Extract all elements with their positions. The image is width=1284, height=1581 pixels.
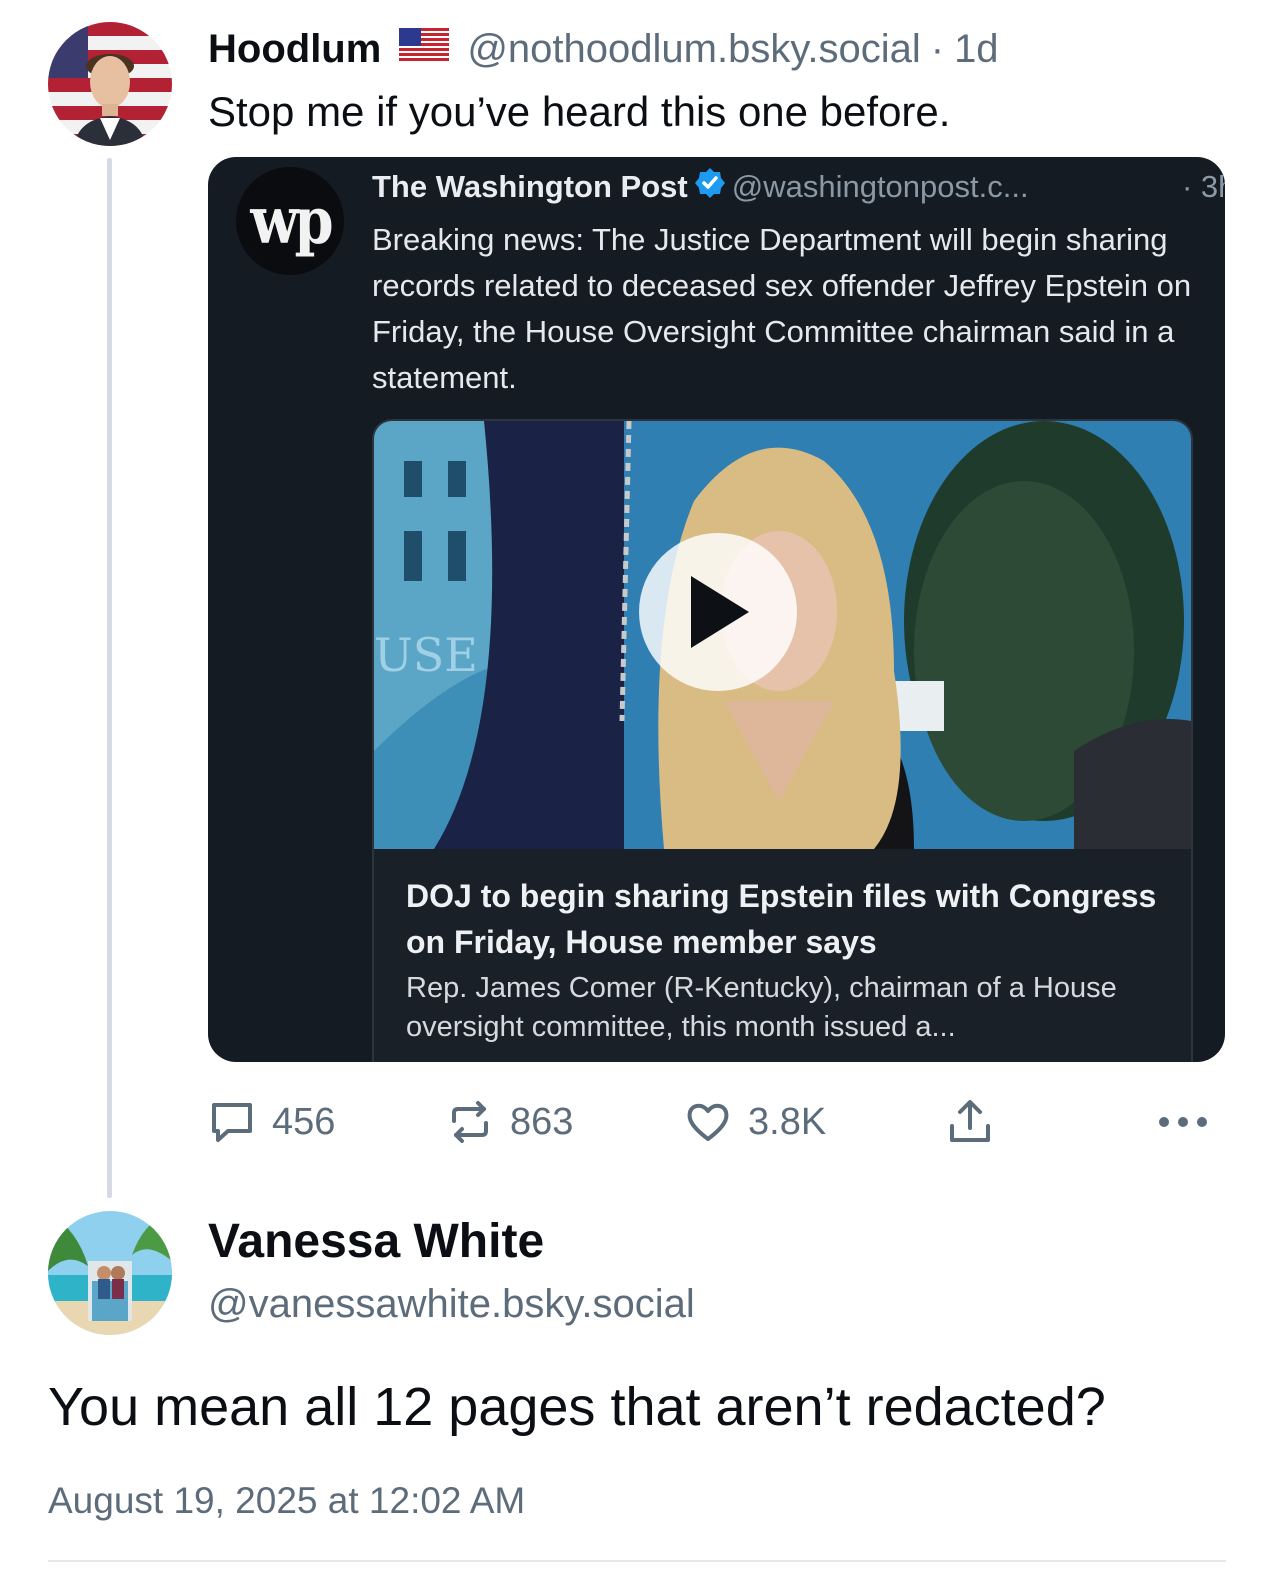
- reply-timestamp: August 19, 2025 at 12:02 AM: [48, 1480, 526, 1521]
- quoted-author-handle[interactable]: @washingtonpost.c...: [732, 169, 1029, 205]
- video-thumbnail[interactable]: USE: [374, 421, 1191, 849]
- verified-badge-icon: [694, 167, 726, 207]
- author-name[interactable]: Hoodlum: [208, 27, 381, 72]
- like-count: 3.8K: [748, 1100, 827, 1143]
- repost-icon: [452, 1101, 488, 1143]
- reply-icon: [212, 1103, 252, 1142]
- hoodlum-avatar[interactable]: [48, 22, 172, 146]
- more-options-button[interactable]: [1158, 1094, 1208, 1150]
- link-card[interactable]: USE DOJ to begin sharing Epstein files w…: [372, 419, 1193, 1062]
- reply-author-name[interactable]: Vanessa White: [208, 1214, 544, 1269]
- wp-logo-text: wp: [250, 183, 333, 259]
- reply-author-handle[interactable]: @vanessawhite.bsky.social: [208, 1282, 695, 1327]
- thread-connector-line: [107, 158, 112, 1198]
- ellipsis-icon: [1159, 1117, 1207, 1127]
- link-card-title[interactable]: DOJ to begin sharing Epstein files with …: [406, 873, 1166, 965]
- vanessa-white-avatar[interactable]: [48, 1211, 172, 1335]
- quoted-post-embed[interactable]: wp The Washington Post @washingtonpost.c…: [208, 157, 1225, 1062]
- quoted-author-name[interactable]: The Washington Post: [372, 169, 688, 205]
- reply-button[interactable]: 456: [208, 1094, 335, 1150]
- svg-text:USE: USE: [374, 628, 478, 682]
- washington-post-logo[interactable]: wp: [236, 167, 344, 275]
- reply-text: You mean all 12 pages that aren’t redact…: [48, 1377, 1106, 1437]
- divider: [48, 1560, 1226, 1562]
- us-flag-icon: [399, 27, 450, 72]
- author-handle[interactable]: @nothoodlum.bsky.social: [467, 27, 920, 72]
- post-header: Hoodlum @nothoodlum.bsky.social · 1d: [208, 22, 999, 76]
- share-button[interactable]: [946, 1094, 994, 1150]
- like-button[interactable]: 3.8K: [684, 1094, 826, 1150]
- share-icon: [950, 1100, 990, 1142]
- repost-count: 863: [510, 1100, 574, 1143]
- heart-icon: [687, 1103, 729, 1141]
- separator-dot: ·: [930, 26, 945, 71]
- post-text: Stop me if you’ve heard this one before.: [208, 88, 951, 135]
- quoted-post-age: · 3h: [1182, 169, 1225, 204]
- play-icon: [691, 576, 749, 648]
- quoted-post-text: Breaking news: The Justice Department wi…: [372, 222, 1192, 395]
- play-button[interactable]: [639, 533, 797, 691]
- repost-button[interactable]: 863: [446, 1094, 573, 1150]
- post-action-bar: 456 863 3.8K: [208, 1094, 1218, 1150]
- reply-count: 456: [272, 1100, 336, 1143]
- quoted-post-header: The Washington Post @washingtonpost.c...…: [372, 165, 1225, 209]
- link-card-description: Rep. James Comer (R-Kentucky), chairman …: [406, 972, 1117, 1043]
- post-age[interactable]: 1d: [954, 27, 999, 72]
